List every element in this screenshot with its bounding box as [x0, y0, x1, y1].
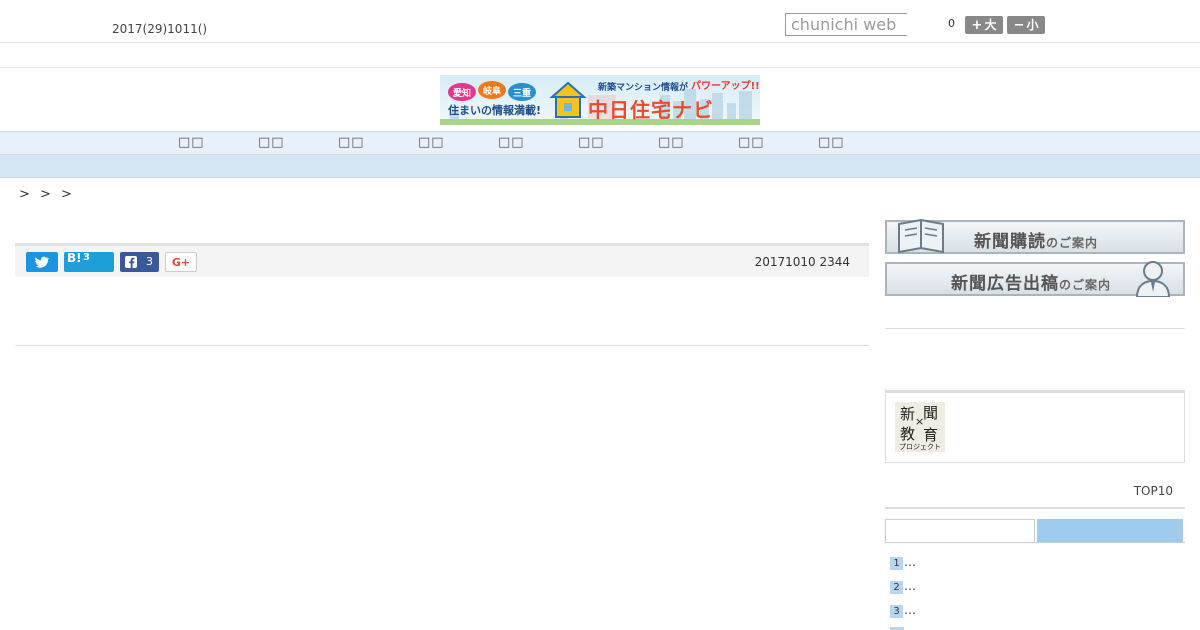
housing-navi-banner[interactable]: 愛知 岐阜 三重 住まいの情報満載! 新築マンション情報が パワーアップ!! 中… [440, 75, 760, 125]
advertising-main: 新聞広告出稿 [951, 274, 1059, 294]
facebook-icon [125, 256, 137, 268]
facebook-count: 3 [146, 255, 153, 268]
ranking-tab-1[interactable] [885, 519, 1035, 543]
font-smaller-button[interactable]: − 小 [1007, 16, 1045, 34]
nav-item-4[interactable]: □□ [418, 135, 445, 150]
nav-item-1[interactable]: □□ [178, 135, 205, 150]
rank-number: 1 [890, 557, 903, 570]
banner-brand: 中日住宅ナビ [588, 98, 714, 122]
banner-tag-mie: 三重 [513, 89, 532, 99]
sidebar-divider [885, 328, 1185, 329]
font-bigger-button[interactable]: + 大 [965, 16, 1003, 34]
font-bigger-label: 大 [984, 18, 997, 32]
subscription-suffix: のご案内 [1046, 236, 1099, 250]
banner-tagline: 住まいの情報満載! [448, 104, 542, 117]
newspaper-icon [898, 218, 944, 254]
sub-nav [0, 155, 1200, 178]
google-plus-icon: G+ [171, 256, 191, 269]
facebook-share-button[interactable]: 3 [120, 252, 159, 272]
nav-item-8[interactable]: □□ [738, 135, 765, 150]
font-smaller-label: 小 [1026, 18, 1039, 32]
advertising-banner[interactable]: 新聞広告出稿のご案内 [885, 261, 1185, 297]
edu-char-3: 教 [900, 425, 916, 443]
subscription-banner[interactable]: 新聞購読のご案内 [885, 218, 1185, 254]
search-input[interactable] [785, 13, 907, 36]
nav-item-5[interactable]: □□ [498, 135, 525, 150]
businessman-icon [1135, 261, 1171, 297]
banner-tag-gifu: 岐阜 [483, 87, 502, 97]
newspaper-education-box: 新 聞 × 教 育 プロジェクト [885, 390, 1185, 463]
nav-item-3[interactable]: □□ [338, 135, 365, 150]
ranking-item-text: … [904, 555, 916, 569]
article-divider [15, 345, 869, 346]
nav-item-9[interactable]: □□ [818, 135, 845, 150]
banner-headline: 新築マンション情報が [598, 83, 689, 93]
plus-icon: + [971, 18, 983, 33]
ranking-tab-line [885, 542, 1185, 543]
google-plus-share-button[interactable]: G+ [165, 252, 197, 272]
counter-value: 0 [948, 17, 955, 30]
breadcrumb[interactable]: > > > [19, 187, 75, 202]
ranking-item-text: … [904, 603, 916, 617]
ranking-tab-2[interactable] [1037, 519, 1183, 543]
minus-icon: − [1013, 18, 1025, 33]
top-bar: 2017(29)1011() 0 +大 −小 [0, 0, 1200, 43]
banner-power-up: パワーアップ!! [691, 81, 760, 92]
ranking-item[interactable]: 2… [890, 579, 916, 594]
ranking-title: TOP10 [1133, 484, 1173, 498]
newspaper-education-logo[interactable]: 新 聞 × 教 育 プロジェクト [895, 402, 945, 452]
subscription-main: 新聞購読 [974, 232, 1046, 252]
hatena-count: 3 [83, 252, 90, 263]
banner-tag-aichi: 愛知 [453, 89, 472, 99]
nav-item-6[interactable]: □□ [578, 135, 605, 150]
ranking-item[interactable]: 1… [890, 555, 916, 570]
ranking-divider [885, 507, 1185, 509]
twitter-icon [35, 256, 50, 268]
share-bar: B! 3 3 G+ 20171010 2344 [15, 243, 869, 277]
article-datetime: 20171010 2344 [754, 255, 850, 269]
hatena-bookmark-button[interactable]: B! 3 [64, 251, 114, 272]
rank-number: 3 [890, 605, 903, 618]
global-nav: □□ □□ □□ □□ □□ □□ □□ □□ □□ [0, 131, 1200, 155]
edu-caption: プロジェクト [899, 443, 941, 451]
edu-char-2: 聞 [923, 404, 939, 422]
rank-number: 2 [890, 581, 903, 594]
ranking-item-text: … [904, 579, 916, 593]
edu-char-1: 新 [900, 405, 916, 423]
twitter-share-button[interactable] [26, 252, 58, 272]
nav-item-2[interactable]: □□ [258, 135, 285, 150]
utility-bar [0, 43, 1200, 68]
advertising-suffix: のご案内 [1059, 278, 1112, 292]
hatena-icon: B! [67, 251, 82, 265]
current-date: 2017(29)1011() [112, 22, 208, 36]
ranking-item[interactable]: 3… [890, 603, 916, 618]
nav-item-7[interactable]: □□ [658, 135, 685, 150]
